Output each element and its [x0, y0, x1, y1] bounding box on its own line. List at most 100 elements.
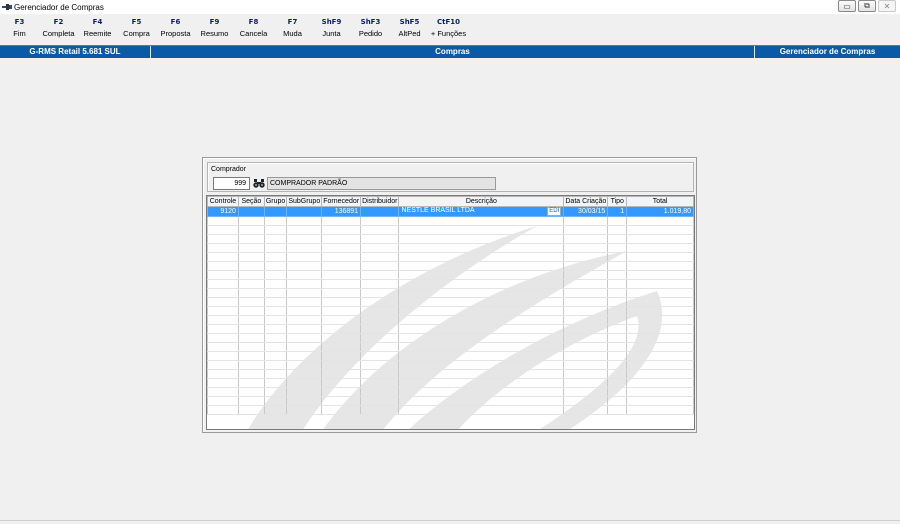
- empty-cell: [563, 378, 609, 388]
- empty-cell: [626, 279, 694, 289]
- empty-cell: [563, 333, 609, 343]
- empty-cell: [626, 315, 694, 325]
- empty-cell: [321, 360, 362, 370]
- empty-cell: [286, 252, 323, 262]
- empty-cell: [626, 297, 694, 307]
- empty-cell: [237, 216, 265, 226]
- col-descricao[interactable]: Descrição: [398, 196, 565, 207]
- col-secao[interactable]: Seção: [237, 196, 265, 207]
- empty-cell: [321, 378, 362, 388]
- empty-cell: [263, 306, 288, 316]
- restore-button[interactable]: ⧉: [858, 0, 876, 12]
- empty-cell: [563, 252, 609, 262]
- tool-reemite[interactable]: F4 Reemite: [78, 18, 117, 42]
- empty-cell: [237, 315, 265, 325]
- empty-cell: [607, 342, 628, 352]
- table-header-row: Controle Seção Grupo SubGrupo Fornecedor…: [207, 196, 694, 207]
- col-distribuidor[interactable]: Distribuidor: [360, 196, 400, 207]
- tool-muda[interactable]: F7 Muda: [273, 18, 312, 42]
- empty-cell: [563, 351, 609, 361]
- empty-cell: [321, 261, 362, 271]
- empty-cell: [286, 378, 323, 388]
- empty-cell: [286, 351, 323, 361]
- empty-cell: [286, 315, 323, 325]
- comprador-label: Comprador: [211, 166, 247, 173]
- empty-cell: [360, 315, 400, 325]
- empty-cell: [263, 279, 288, 289]
- table-row[interactable]: 9120 136891 NESTLE BRASIL LTDA EDI 30/03/…: [207, 206, 694, 217]
- empty-cell: [398, 324, 565, 334]
- col-tipo[interactable]: Tipo: [607, 196, 628, 207]
- empty-cell: [207, 369, 239, 379]
- tool-resumo[interactable]: F9 Resumo: [195, 18, 234, 42]
- function-toolbar: F3 Fim F2 Completa F4 Reemite F5 Compra F6 Pr…: [0, 18, 468, 42]
- tool-label: Pedido: [358, 29, 383, 38]
- empty-cell: [263, 252, 288, 262]
- empty-cell: [286, 369, 323, 379]
- empty-cell: [398, 387, 565, 397]
- tool-junta[interactable]: ShF9 Junta: [312, 18, 351, 42]
- empty-cell: [360, 342, 400, 352]
- col-data-criacao[interactable]: Data Criação: [563, 196, 609, 207]
- comprador-code-field[interactable]: 999: [213, 177, 250, 190]
- col-fornecedor[interactable]: Fornecedor: [321, 196, 362, 207]
- empty-cell: [360, 360, 400, 370]
- empty-row: [207, 360, 694, 370]
- empty-cell: [360, 306, 400, 316]
- empty-cell: [360, 333, 400, 343]
- tool-key: F7: [287, 18, 298, 26]
- tool-key: ShF3: [360, 18, 381, 26]
- empty-cell: [398, 315, 565, 325]
- tool-cancela[interactable]: F8 Cancela: [234, 18, 273, 42]
- col-grupo[interactable]: Grupo: [263, 196, 288, 207]
- empty-cell: [563, 270, 609, 280]
- empty-cell: [360, 387, 400, 397]
- empty-row: [207, 288, 694, 298]
- empty-cell: [626, 351, 694, 361]
- empty-cell: [237, 279, 265, 289]
- empty-cell: [563, 396, 609, 406]
- empty-cell: [263, 234, 288, 244]
- tool-fim[interactable]: F3 Fim: [0, 18, 39, 42]
- empty-cell: [207, 315, 239, 325]
- empty-cell: [360, 405, 400, 415]
- empty-cell: [398, 216, 565, 226]
- empty-cell: [563, 360, 609, 370]
- empty-cell: [286, 297, 323, 307]
- empty-cell: [207, 288, 239, 298]
- tool-key: ShF5: [399, 18, 420, 26]
- tool-key: F4: [92, 18, 103, 26]
- empty-cell: [321, 351, 362, 361]
- empty-cell: [360, 279, 400, 289]
- empty-cell: [286, 243, 323, 253]
- empty-row: [207, 342, 694, 352]
- tool-mais-funcoes[interactable]: CtF10 + Funções: [429, 18, 468, 42]
- empty-cell: [263, 270, 288, 280]
- minimize-button[interactable]: ▭: [838, 0, 856, 12]
- empty-cell: [607, 297, 628, 307]
- binoculars-icon[interactable]: [253, 179, 265, 188]
- close-button[interactable]: ✕: [878, 0, 896, 12]
- col-total[interactable]: Total: [626, 196, 694, 207]
- tool-proposta[interactable]: F6 Proposta: [156, 18, 195, 42]
- empty-cell: [607, 234, 628, 244]
- tool-compra[interactable]: F5 Compra: [117, 18, 156, 42]
- empty-row: [207, 216, 694, 226]
- empty-cell: [207, 279, 239, 289]
- empty-row: [207, 234, 694, 244]
- empty-cell: [360, 369, 400, 379]
- tool-label: Completa: [42, 29, 75, 38]
- col-controle[interactable]: Controle: [207, 196, 239, 207]
- col-subgrupo[interactable]: SubGrupo: [286, 196, 323, 207]
- tool-altped[interactable]: ShF5 AltPed: [390, 18, 429, 42]
- tool-key: F9: [209, 18, 220, 26]
- empty-row: [207, 378, 694, 388]
- empty-cell: [207, 297, 239, 307]
- empty-cell: [237, 243, 265, 253]
- empty-cell: [607, 279, 628, 289]
- empty-cell: [286, 216, 323, 226]
- tool-completa[interactable]: F2 Completa: [39, 18, 78, 42]
- tool-label: + Funções: [430, 29, 467, 38]
- empty-cell: [286, 288, 323, 298]
- tool-pedido[interactable]: ShF3 Pedido: [351, 18, 390, 42]
